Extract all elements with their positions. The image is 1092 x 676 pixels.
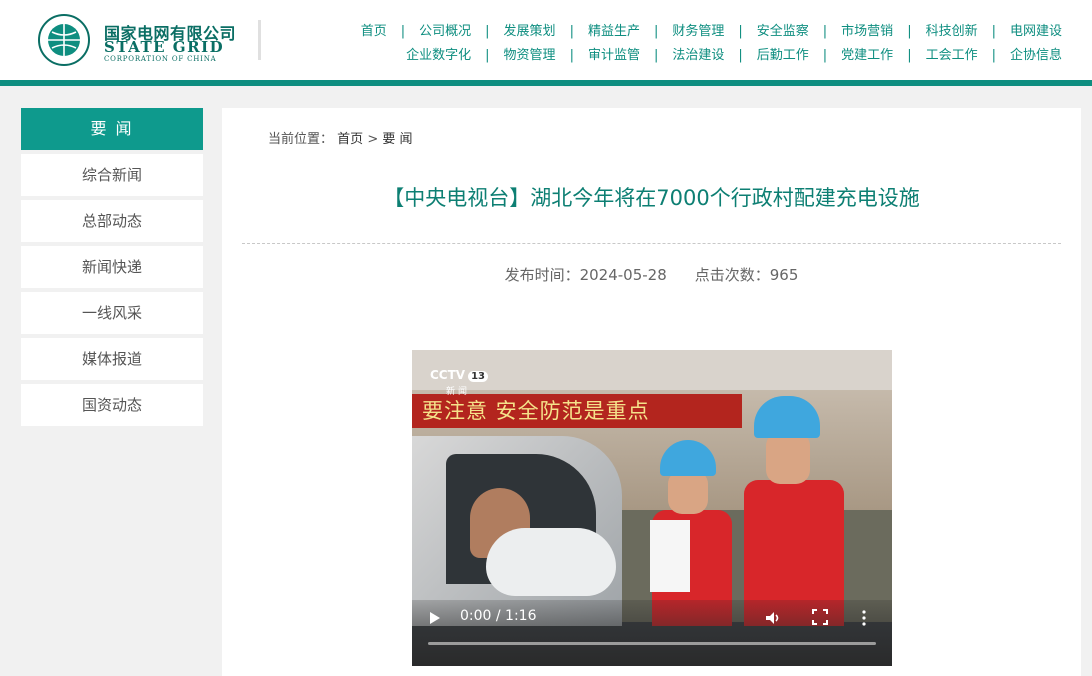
- header-accent-bar: [0, 80, 1092, 86]
- nav-party-building[interactable]: 党建工作: [841, 48, 893, 63]
- video-frame-car-mirror: [486, 528, 616, 596]
- nav-development-planning[interactable]: 发展策划: [504, 24, 556, 39]
- sidebar-heading: 要 闻: [21, 108, 203, 150]
- video-progress-bar[interactable]: [428, 642, 876, 645]
- video-frame-document: [650, 520, 690, 592]
- breadcrumb: 当前位置： 首页 > 要 闻: [268, 128, 413, 147]
- nav-union[interactable]: 工会工作: [926, 48, 978, 63]
- main-nav-row-2: 企业数字化 | 物资管理 | 审计监管 | 法治建设 | 后勤工作 | 党建工作 | 工会工作 | 企协信息: [406, 48, 1062, 63]
- play-icon[interactable]: [430, 612, 440, 624]
- article-meta: 发布时间：2024-05-28 点击次数：965: [222, 264, 1081, 285]
- logo-english-subtitle: CORPORATION OF CHINA: [104, 55, 217, 63]
- sidebar-item-news-express[interactable]: 新闻快递: [21, 246, 203, 288]
- more-options-icon[interactable]: [860, 609, 868, 627]
- nav-legal[interactable]: 法治建设: [672, 48, 724, 63]
- video-frame-worker-2: [744, 396, 844, 626]
- nav-technology[interactable]: 科技创新: [926, 24, 978, 39]
- breadcrumb-current[interactable]: 要 闻: [382, 132, 412, 147]
- logo-english-name: STATE GRID: [104, 38, 225, 56]
- video-time: 0:00 / 1:16: [460, 608, 537, 624]
- sidebar-item-hq-news[interactable]: 总部动态: [21, 200, 203, 242]
- nav-grid-construction[interactable]: 电网建设: [1010, 24, 1062, 39]
- video-player[interactable]: 要注意 安全防范是重点 CCTV 13 新闻 0:00 / 1:16: [412, 350, 892, 666]
- nav-materials[interactable]: 物资管理: [504, 48, 556, 63]
- nav-logistics[interactable]: 后勤工作: [757, 48, 809, 63]
- nav-lean-production[interactable]: 精益生产: [588, 24, 640, 39]
- sidebar-item-sasac-news[interactable]: 国资动态: [21, 384, 203, 426]
- cctv-channel-logo: CCTV 13: [430, 368, 489, 382]
- sidebar-item-general-news[interactable]: 综合新闻: [21, 154, 203, 196]
- site-logo[interactable]: 国家电网有限公司 STATE GRID CORPORATION OF CHINA: [38, 14, 263, 66]
- video-frame-banner: 要注意 安全防范是重点: [412, 394, 742, 428]
- cctv-channel-subtitle: 新闻: [446, 387, 471, 397]
- main-nav-row-1: 首页 | 公司概况 | 发展策划 | 精益生产 | 财务管理 | 安全监察 | 市场营销 | 科技创新 | 电网…: [360, 24, 1062, 39]
- nav-marketing[interactable]: 市场营销: [841, 24, 893, 39]
- state-grid-emblem-icon: [38, 14, 90, 66]
- publish-date: 发布时间：2024-05-28: [504, 266, 667, 284]
- fullscreen-icon[interactable]: [812, 609, 828, 625]
- nav-digitalization[interactable]: 企业数字化: [406, 48, 471, 63]
- article-panel: 当前位置： 首页 > 要 闻 【中央电视台】湖北今年将在7000个行政村配建充电…: [222, 108, 1081, 676]
- breadcrumb-label: 当前位置：: [268, 132, 334, 147]
- click-count: 点击次数：965: [694, 266, 799, 284]
- breadcrumb-separator: >: [367, 132, 379, 147]
- breadcrumb-home-link[interactable]: 首页: [337, 132, 363, 147]
- nav-finance[interactable]: 财务管理: [672, 24, 724, 39]
- sidebar: 要 闻 综合新闻 总部动态 新闻快递 一线风采 媒体报道 国资动态: [21, 108, 203, 426]
- nav-association-info[interactable]: 企协信息: [1010, 48, 1062, 63]
- sidebar-item-frontline[interactable]: 一线风采: [21, 292, 203, 334]
- site-header: 国家电网有限公司 STATE GRID CORPORATION OF CHINA…: [0, 0, 1092, 80]
- nav-safety[interactable]: 安全监察: [757, 24, 809, 39]
- article-title: 【中央电视台】湖北今年将在7000个行政村配建充电设施: [383, 186, 920, 210]
- title-divider: [242, 243, 1061, 244]
- volume-icon[interactable]: [764, 609, 782, 627]
- nav-home[interactable]: 首页: [361, 24, 387, 39]
- nav-audit[interactable]: 审计监管: [588, 48, 640, 63]
- sidebar-item-media-reports[interactable]: 媒体报道: [21, 338, 203, 380]
- nav-company-overview[interactable]: 公司概况: [419, 24, 471, 39]
- logo-divider: [258, 20, 261, 60]
